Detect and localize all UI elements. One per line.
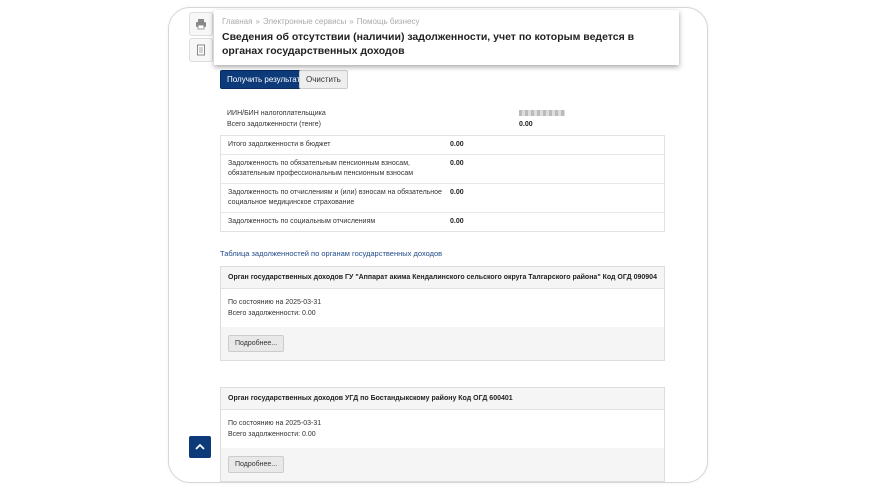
iin-masked-value xyxy=(519,110,565,117)
page-header: Главная» Электронные сервисы» Помощь бизне… xyxy=(214,10,679,65)
content-area: Главная» Электронные сервисы» Помощь бизне… xyxy=(169,8,707,482)
org-total: Всего задолженности: 0.00 xyxy=(228,310,316,317)
debt-row: Задолженность по социальным отчислениям … xyxy=(221,213,664,231)
chevron-up-icon xyxy=(195,443,205,450)
breadcrumb: Главная» Электронные сервисы» Помощь бизне… xyxy=(222,17,419,26)
debt-label: Задолженность по обязательным пенсионным… xyxy=(228,160,414,177)
org-footer: Подробнее... xyxy=(221,448,664,481)
debt-value: 0.00 xyxy=(450,189,464,196)
breadcrumb-separator: » xyxy=(255,17,260,26)
org-as-of: По состоянию на 2025-03-31 xyxy=(228,299,322,306)
debt-value: 0.00 xyxy=(450,160,464,167)
print-icon xyxy=(196,19,206,30)
pdf-button[interactable] xyxy=(189,38,213,62)
total-debt-value: 0.00 xyxy=(519,121,533,128)
details-button[interactable]: Подробнее... xyxy=(228,456,285,473)
debt-label: Задолженность по отчислениям и (или) взн… xyxy=(228,189,442,206)
debt-row: Задолженность по обязательным пенсионным… xyxy=(221,155,664,184)
org-card: Орган государственных доходов УГД по Бос… xyxy=(220,387,665,482)
details-button[interactable]: Подробнее... xyxy=(228,335,285,352)
org-total: Всего задолженности: 0.00 xyxy=(228,431,316,438)
breadcrumb-home[interactable]: Главная xyxy=(222,17,252,26)
breadcrumb-services[interactable]: Электронные сервисы xyxy=(263,17,346,26)
debt-row: Итого задолженности в бюджет 0.00 xyxy=(221,136,664,155)
org-footer: Подробнее... xyxy=(221,327,664,360)
debt-value: 0.00 xyxy=(450,141,464,148)
iin-label: ИИН/БИН налогоплательщика xyxy=(227,110,326,117)
total-debt-label: Всего задолженности (тенге) xyxy=(227,121,321,128)
org-as-of: По состоянию на 2025-03-31 xyxy=(228,420,322,427)
org-card: Орган государственных доходов ГУ "Аппара… xyxy=(220,266,665,361)
side-toolbar xyxy=(189,12,213,64)
org-body: По состоянию на 2025-03-31 Всего задолже… xyxy=(221,289,664,327)
debt-table: Итого задолженности в бюджет 0.00 Задолж… xyxy=(220,135,665,232)
page-frame: Главная» Электронные сервисы» Помощь бизне… xyxy=(168,7,708,483)
debt-table-heading: Таблица задолженностей по органам госуда… xyxy=(220,249,443,258)
summary-labels: ИИН/БИН налогоплательщика Всего задолжен… xyxy=(227,108,326,130)
page-title: Сведения об отсутствии (наличии) задолже… xyxy=(222,31,635,57)
print-button[interactable] xyxy=(189,12,213,36)
debt-row: Задолженность по отчислениям и (или) взн… xyxy=(221,184,664,213)
clear-button[interactable]: Очистить xyxy=(299,70,348,89)
document-icon xyxy=(197,44,205,56)
org-title: Орган государственных доходов ГУ "Аппара… xyxy=(221,267,664,289)
breadcrumb-separator: » xyxy=(349,17,354,26)
scroll-top-button[interactable] xyxy=(189,436,211,458)
summary-values: 0.00 xyxy=(519,108,565,130)
debt-label: Итого задолженности в бюджет xyxy=(228,141,331,148)
debt-label: Задолженность по социальным отчислениям xyxy=(228,218,376,225)
breadcrumb-business[interactable]: Помощь бизнесу xyxy=(357,17,420,26)
debt-value: 0.00 xyxy=(450,218,464,225)
org-body: По состоянию на 2025-03-31 Всего задолже… xyxy=(221,410,664,448)
get-result-button[interactable]: Получить результат xyxy=(220,70,308,89)
org-title: Орган государственных доходов УГД по Бос… xyxy=(221,388,664,410)
